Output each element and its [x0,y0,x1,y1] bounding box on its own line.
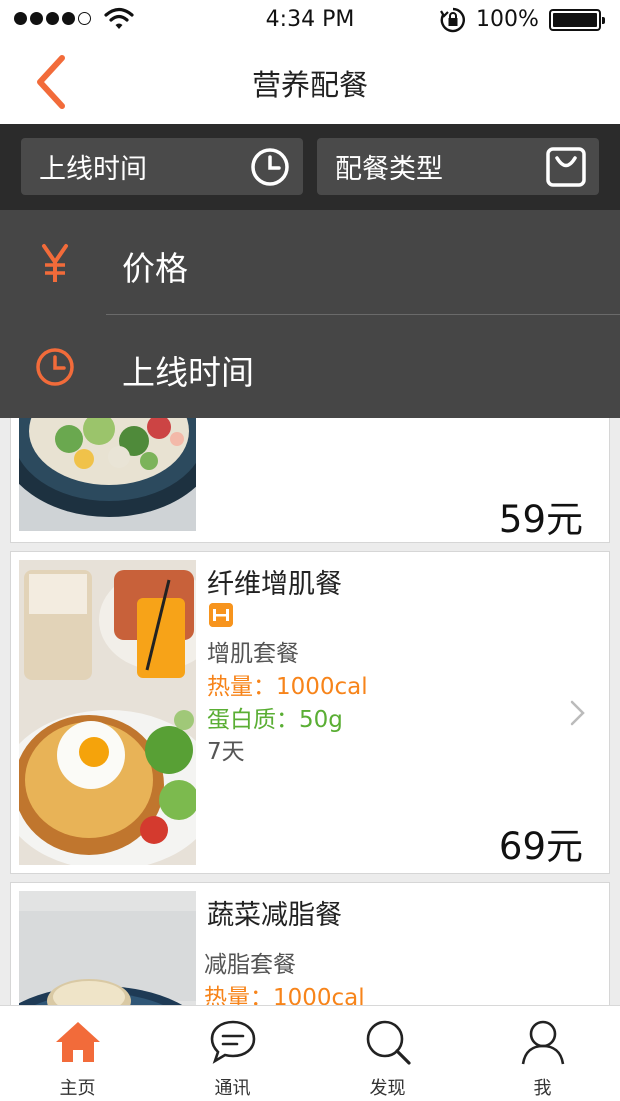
battery-percentage: 100% [476,7,539,32]
meal-type: 减脂套餐 [204,952,296,978]
rotation-lock-icon [440,7,465,33]
online-time-filter-button[interactable]: 上线时间 [21,138,303,195]
filter-label: 上线时间 [39,154,147,185]
tab-label: 发现 [369,1078,406,1099]
meal-price: 69元 [498,825,583,868]
filter-label: 配餐类型 [335,154,443,185]
filter-bar: 上线时间 配餐类型 [0,124,620,210]
tab-home[interactable]: 主页 [0,1006,155,1101]
dumbbell-icon [209,603,233,627]
meal-type-filter-button[interactable]: 配餐类型 [317,138,599,195]
tab-label: 通讯 [214,1078,251,1099]
sort-option-price[interactable]: 价格 [0,210,620,314]
meal-title: 蔬菜减脂餐 [207,900,342,931]
clock-icon [251,148,289,186]
user-icon [521,1020,564,1065]
meal-photo [19,891,196,1005]
meal-price: 59元 [498,498,583,541]
tab-label: 主页 [59,1078,96,1099]
meal-protein: 蛋白质：50g [207,707,343,733]
tab-label: 我 [533,1078,552,1099]
chevron-right-icon[interactable] [569,699,587,727]
meal-calories: 热量：1000cal [204,985,365,1005]
meal-calories: 热量：1000cal [207,674,368,700]
meal-list[interactable]: 59元 纤维增肌餐 增肌套餐 热量：1000cal 蛋白质：50g 7天 69元… [0,418,620,1005]
tab-bar: 主页 通讯 发现 我 [0,1005,620,1101]
tab-me[interactable]: 我 [465,1006,620,1101]
status-bar: 4:34 PM 100% [0,0,620,40]
sort-option-label: 上线时间 [122,353,254,392]
meal-photo [19,560,196,865]
bag-icon [546,147,586,187]
tab-discover[interactable]: 发现 [310,1006,465,1101]
meal-duration: 7天 [207,739,245,765]
sort-dropdown: 价格 上线时间 [0,210,620,418]
nav-bar: 营养配餐 [0,40,620,124]
meal-type: 增肌套餐 [207,641,299,667]
yen-icon [42,244,68,282]
home-icon [55,1022,100,1062]
chat-icon [210,1020,255,1064]
clock-icon [36,348,74,386]
meal-card[interactable]: 59元 [10,418,610,543]
meal-card[interactable]: 纤维增肌餐 增肌套餐 热量：1000cal 蛋白质：50g 7天 69元 [10,551,610,874]
sort-option-online-time[interactable]: 上线时间 [0,314,620,418]
meal-card[interactable]: 蔬菜减脂餐 减脂套餐 热量：1000cal [10,882,610,1005]
battery-icon [549,9,605,31]
page-title: 营养配餐 [251,68,368,102]
meal-photo [19,418,196,531]
tab-messages[interactable]: 通讯 [155,1006,310,1101]
meal-title: 纤维增肌餐 [207,569,342,600]
search-icon [366,1020,411,1065]
sort-option-label: 价格 [122,249,188,288]
